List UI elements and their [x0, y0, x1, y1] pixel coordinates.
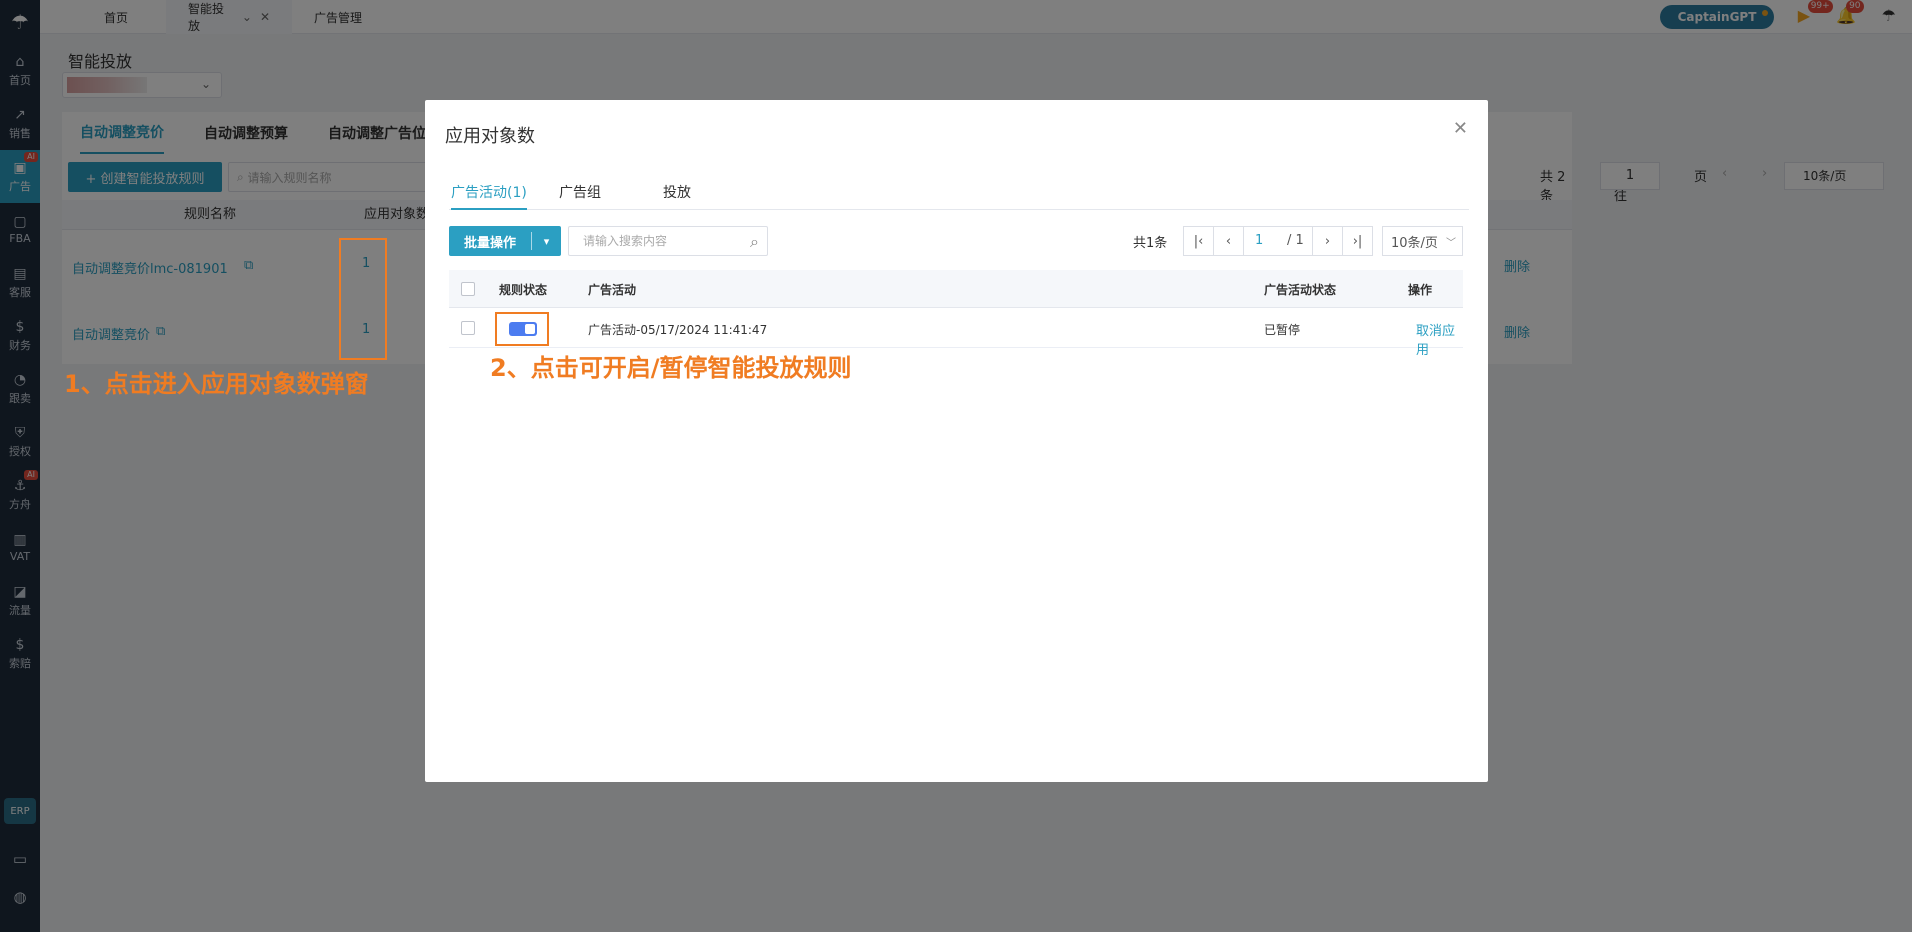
last-page-button[interactable]: ›| — [1342, 226, 1373, 256]
annotation-box-status-toggle — [495, 312, 549, 346]
tab-campaigns[interactable]: 广告活动(1) — [451, 180, 527, 210]
column-action: 操作 — [1408, 283, 1433, 297]
prev-page-button[interactable]: ‹ — [1213, 226, 1244, 256]
annotation-box-apply-count — [339, 238, 387, 360]
close-icon[interactable]: ✕ — [1453, 118, 1468, 139]
campaign-status: 已暂停 — [1264, 323, 1301, 337]
tab-targeting[interactable]: 投放 — [663, 180, 691, 210]
campaign-table-header: 规则状态 广告活动 广告活动状态 操作 — [449, 270, 1463, 308]
batch-operation-button[interactable]: 批量操作 ▾ — [449, 226, 561, 256]
cancel-apply-link[interactable]: 取消应用 — [1416, 320, 1463, 358]
total-pages: / 1 — [1287, 233, 1304, 248]
first-page-button[interactable]: |‹ — [1183, 226, 1214, 256]
column-campaign-status: 广告活动状态 — [1264, 283, 1337, 297]
batch-operation-label: 批量操作 — [463, 235, 516, 251]
page-size-select[interactable]: 10条/页 ﹀ — [1382, 226, 1463, 256]
tab-ad-groups[interactable]: 广告组 — [559, 180, 601, 210]
page-input[interactable]: 1 / 1 — [1243, 226, 1313, 256]
apply-objects-modal: 应用对象数 ✕ 广告活动(1) 广告组 投放 批量操作 ▾ ⌕ 共1条 |‹ ‹… — [425, 100, 1488, 782]
row-checkbox[interactable] — [461, 321, 475, 335]
chevron-down-icon: ﹀ — [1446, 238, 1456, 249]
next-page-button[interactable]: › — [1312, 226, 1343, 256]
table-row: 广告活动-05/17/2024 11:41:47 已暂停 取消应用 — [449, 308, 1463, 358]
search-icon[interactable]: ⌕ — [750, 232, 759, 252]
chevron-down-icon[interactable]: ▾ — [532, 226, 561, 256]
modal-title: 应用对象数 — [445, 126, 535, 147]
annotation-step-2: 2、点击可开启/暂停智能投放规则 — [490, 354, 852, 382]
campaign-name: 广告活动-05/17/2024 11:41:47 — [588, 323, 768, 337]
column-rule-status: 规则状态 — [499, 283, 548, 297]
modal-search-input[interactable] — [569, 227, 739, 255]
annotation-step-1: 1、点击进入应用对象数弹窗 — [64, 370, 369, 398]
modal-total-count: 共1条 — [1133, 236, 1168, 251]
page-size-value: 10条/页 — [1391, 235, 1438, 251]
column-campaign: 广告活动 — [588, 283, 637, 297]
select-all-checkbox[interactable] — [461, 282, 475, 296]
modal-search-field: ⌕ — [568, 226, 768, 256]
current-page: 1 — [1255, 233, 1264, 248]
modal-tabs: 广告活动(1) 广告组 投放 — [449, 180, 1469, 210]
